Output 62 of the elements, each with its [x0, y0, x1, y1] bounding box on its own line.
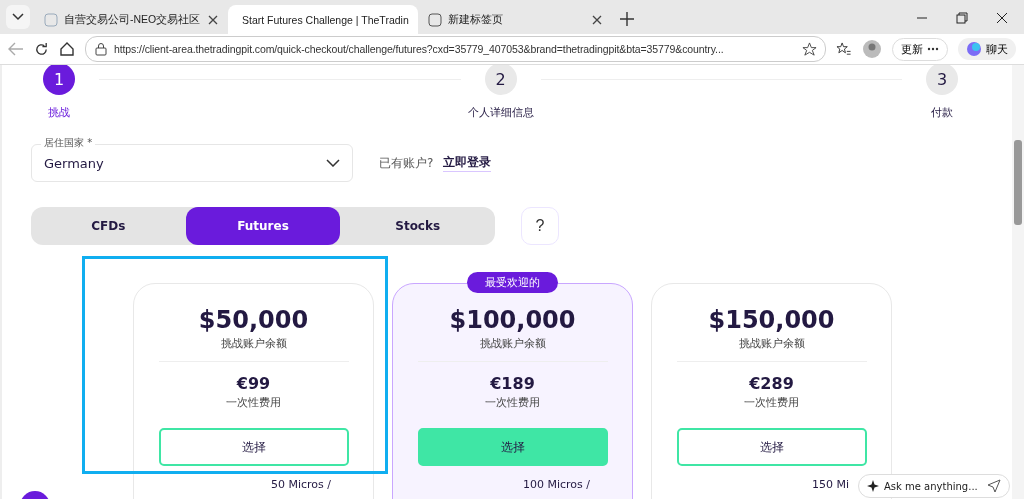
- plan-price: €289: [749, 374, 794, 393]
- plan-amount: $100,000: [449, 306, 576, 334]
- chevron-down-icon: [12, 13, 24, 21]
- plan-price: €189: [490, 374, 535, 393]
- step-label: 个人详细信息: [467, 105, 534, 120]
- close-tab-icon[interactable]: [208, 14, 218, 25]
- price-label: 一次性费用: [485, 395, 540, 410]
- send-icon[interactable]: [987, 479, 1001, 493]
- chat-button[interactable]: 聊天: [958, 38, 1016, 60]
- scrollbar[interactable]: [1012, 65, 1024, 499]
- profile-icon[interactable]: [862, 39, 882, 59]
- step-number: 3: [926, 65, 958, 95]
- browser-tab[interactable]: 新建标签页: [420, 5, 610, 34]
- micros-text: 50 Micros /: [270, 478, 331, 491]
- reload-icon[interactable]: [34, 41, 49, 57]
- micros-text: 100 Micros /: [522, 478, 590, 491]
- chat-box[interactable]: Ask me anything...: [858, 474, 1010, 498]
- more-icon: [927, 47, 939, 51]
- select-button[interactable]: 选择: [676, 428, 867, 466]
- update-button[interactable]: 更新: [892, 37, 948, 61]
- step-number: 2: [484, 65, 517, 95]
- restore-icon[interactable]: [956, 12, 968, 24]
- chat-input[interactable]: Ask me anything...: [884, 480, 982, 492]
- select-button[interactable]: 选择: [158, 428, 349, 466]
- step-number: 1: [43, 65, 75, 95]
- plan-price: €99: [236, 374, 271, 393]
- price-label: 一次性费用: [226, 395, 281, 410]
- sparkle-icon: [867, 480, 879, 492]
- favorites-icon[interactable]: [836, 41, 852, 57]
- price-label: 一次性费用: [744, 395, 799, 410]
- micros-text: 150 Mi: [811, 478, 849, 491]
- chevron-down-icon: [326, 159, 340, 167]
- login-link[interactable]: 立即登录: [443, 154, 492, 172]
- favicon-icon: [44, 12, 58, 27]
- amount-label: 挑战账户余额: [479, 336, 546, 351]
- star-icon[interactable]: [802, 41, 817, 57]
- amount-label: 挑战账户余额: [738, 336, 805, 351]
- step-label: 挑战: [48, 105, 70, 120]
- help-button[interactable]: ?: [521, 207, 559, 245]
- browser-tab[interactable]: Start Futures Challenge | TheTradin: [228, 5, 418, 34]
- select-button[interactable]: 选择: [417, 428, 608, 466]
- tab-list-button[interactable]: [6, 5, 30, 29]
- address-bar[interactable]: https://client-area.thetradingpit.com/quick-checkout/challenge/futures?cxd=35779_407053&brand=thetradingpit&bta=35779&country...: [85, 36, 826, 62]
- browser-tab[interactable]: 自营交易公司-NEO交易社区: [36, 5, 226, 34]
- market-tab[interactable]: Futures: [185, 207, 341, 245]
- popular-badge: 最受欢迎的: [467, 272, 558, 293]
- copilot-icon: [966, 41, 982, 57]
- close-tab-icon[interactable]: [592, 14, 602, 25]
- amount-label: 挑战账户余额: [220, 336, 287, 351]
- step-label: 付款: [931, 105, 953, 120]
- lock-icon: [94, 42, 108, 56]
- plan-amount: $50,000: [198, 306, 309, 334]
- home-icon[interactable]: [59, 41, 75, 57]
- close-icon[interactable]: [996, 12, 1008, 24]
- field-label: 居住国家 *: [41, 136, 96, 150]
- market-tab[interactable]: CFDs: [31, 207, 186, 245]
- market-tab[interactable]: Stocks: [340, 207, 495, 245]
- url-text: https://client-area.thetradingpit.com/quick-checkout/challenge/futures?cxd=35779_407053&brand=thetradingpit&bta=35779&country...: [114, 43, 725, 55]
- plan-amount: $150,000: [708, 306, 835, 334]
- new-tab-icon[interactable]: [620, 12, 634, 26]
- favicon-icon: [428, 12, 442, 27]
- login-prompt: 已有账户?: [379, 154, 434, 172]
